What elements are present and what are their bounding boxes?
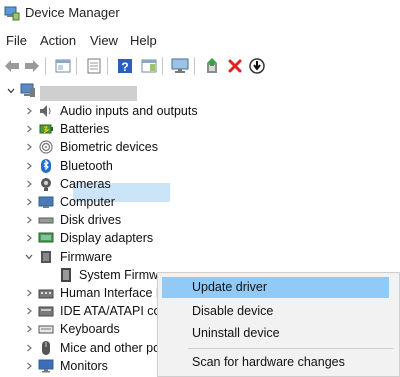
tree-item-label: Firmware [60, 249, 113, 264]
firmware-chip-icon [61, 267, 71, 282]
tree-category[interactable]: Firmware [0, 248, 160, 266]
tree-child-item[interactable]: System Firmwa [0, 266, 170, 284]
chevron-right-icon[interactable] [25, 307, 33, 315]
display-adapter-icon [38, 232, 54, 243]
tree-item-label: Display adapters [60, 231, 154, 246]
tree-item-label: Cameras [60, 176, 111, 191]
tree-category[interactable]: Batteries [0, 120, 160, 138]
tree-category[interactable]: IDE ATA/ATAPI cont [0, 302, 171, 320]
tree-category[interactable]: Human Interface D [0, 284, 165, 302]
monitor-icon [38, 359, 54, 373]
chevron-right-icon[interactable] [25, 180, 33, 188]
tree-category[interactable]: Display adapters [0, 229, 160, 247]
chevron-right-icon[interactable] [25, 125, 33, 133]
context-update-driver[interactable]: Update driver [162, 277, 389, 298]
tree-category[interactable]: Mice and other po [0, 339, 160, 357]
tree-category[interactable]: Bluetooth [0, 157, 160, 175]
firmware-icon [41, 250, 51, 263]
tree-item-label: Monitors [60, 358, 108, 373]
fingerprint-icon [39, 140, 53, 154]
context-scan-hardware[interactable]: Scan for hardware changes [158, 352, 399, 373]
tree-item-label: System Firmwa [79, 267, 166, 282]
context-separator [188, 348, 393, 349]
keyboard-icon [38, 325, 54, 334]
context-menu: Update driver Disable device Uninstall d… [157, 272, 400, 377]
tree-category[interactable]: Computer [0, 193, 160, 211]
tree-category[interactable]: Monitors [0, 357, 160, 375]
mouse-icon [42, 340, 50, 355]
tree-category[interactable]: Biometric devices [0, 138, 160, 156]
tree-item-label: Batteries [60, 122, 110, 137]
chevron-right-icon[interactable] [25, 289, 33, 297]
bluetooth-icon [41, 158, 51, 173]
chevron-right-icon[interactable] [25, 234, 33, 242]
tree-item-label: Biometric devices [60, 140, 158, 155]
camera-icon [41, 177, 51, 191]
context-uninstall-device[interactable]: Uninstall device [158, 323, 399, 344]
speaker-icon [40, 105, 51, 117]
hid-icon [38, 289, 54, 299]
battery-icon [39, 124, 53, 134]
chevron-right-icon[interactable] [25, 198, 33, 206]
tree-category[interactable]: Audio inputs and outputs [0, 102, 198, 120]
context-disable-device[interactable]: Disable device [158, 301, 399, 322]
tree-item-label: Human Interface D [60, 286, 165, 300]
chevron-down-icon[interactable] [25, 253, 33, 261]
chevron-right-icon[interactable] [25, 344, 33, 352]
chevron-right-icon[interactable] [25, 216, 33, 224]
tree-item-label: IDE ATA/ATAPI cont [60, 304, 171, 319]
chevron-right-icon[interactable] [25, 143, 33, 151]
tree-category[interactable]: Disk drives [0, 211, 160, 229]
tree-item-label: Bluetooth [60, 158, 113, 173]
tree-item-label: Disk drives [60, 213, 122, 228]
tree-item-label: Computer [60, 195, 115, 209]
chevron-right-icon[interactable] [25, 162, 33, 170]
ide-controller-icon [38, 306, 54, 317]
computer-icon [38, 196, 54, 208]
tree-item-label: Keyboards [60, 322, 120, 337]
chevron-right-icon[interactable] [25, 107, 33, 115]
tree-item-label: Audio inputs and outputs [60, 104, 198, 118]
disk-drive-icon [38, 217, 54, 224]
chevron-right-icon[interactable] [25, 362, 33, 370]
tree-category[interactable]: Cameras [0, 175, 160, 193]
chevron-right-icon[interactable] [25, 325, 33, 333]
tree-category[interactable]: Keyboards [0, 320, 160, 338]
tree-item-label: Mice and other po [60, 340, 161, 355]
